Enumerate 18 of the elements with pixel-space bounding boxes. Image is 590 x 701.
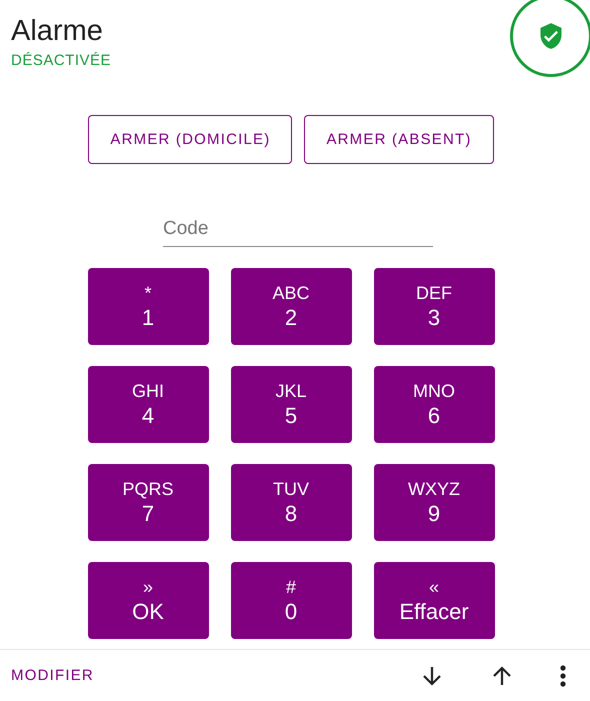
keypad-key[interactable]: PQRS 7 [88,464,208,541]
card-title: Alarme [11,14,104,48]
more-options-icon[interactable] [560,664,566,688]
keypad-key[interactable]: MNO 6 [374,366,494,443]
keypad-key[interactable]: « Effacer [374,562,494,639]
keypad-key[interactable]: # 0 [230,562,352,639]
keypad-key[interactable]: WXYZ 9 [374,464,494,541]
keypad-key[interactable]: DEF 3 [374,268,494,345]
keypad-key[interactable]: ABC 2 [230,268,352,345]
arm-button[interactable]: ARMER (DOMICILE) [88,115,292,164]
keypad-key[interactable]: TUV 8 [230,464,352,541]
keypad-key[interactable]: GHI 4 [88,366,208,443]
alarm-status: DÉSACTIVÉE [11,52,112,69]
keypad-key[interactable]: * 1 [88,268,208,345]
modify-button[interactable]: MODIFIER [11,667,94,684]
arm-button[interactable]: ARMER (ABSENT) [304,115,494,164]
keypad-key[interactable]: JKL 5 [230,366,352,443]
keypad-key[interactable]: » OK [88,562,208,639]
